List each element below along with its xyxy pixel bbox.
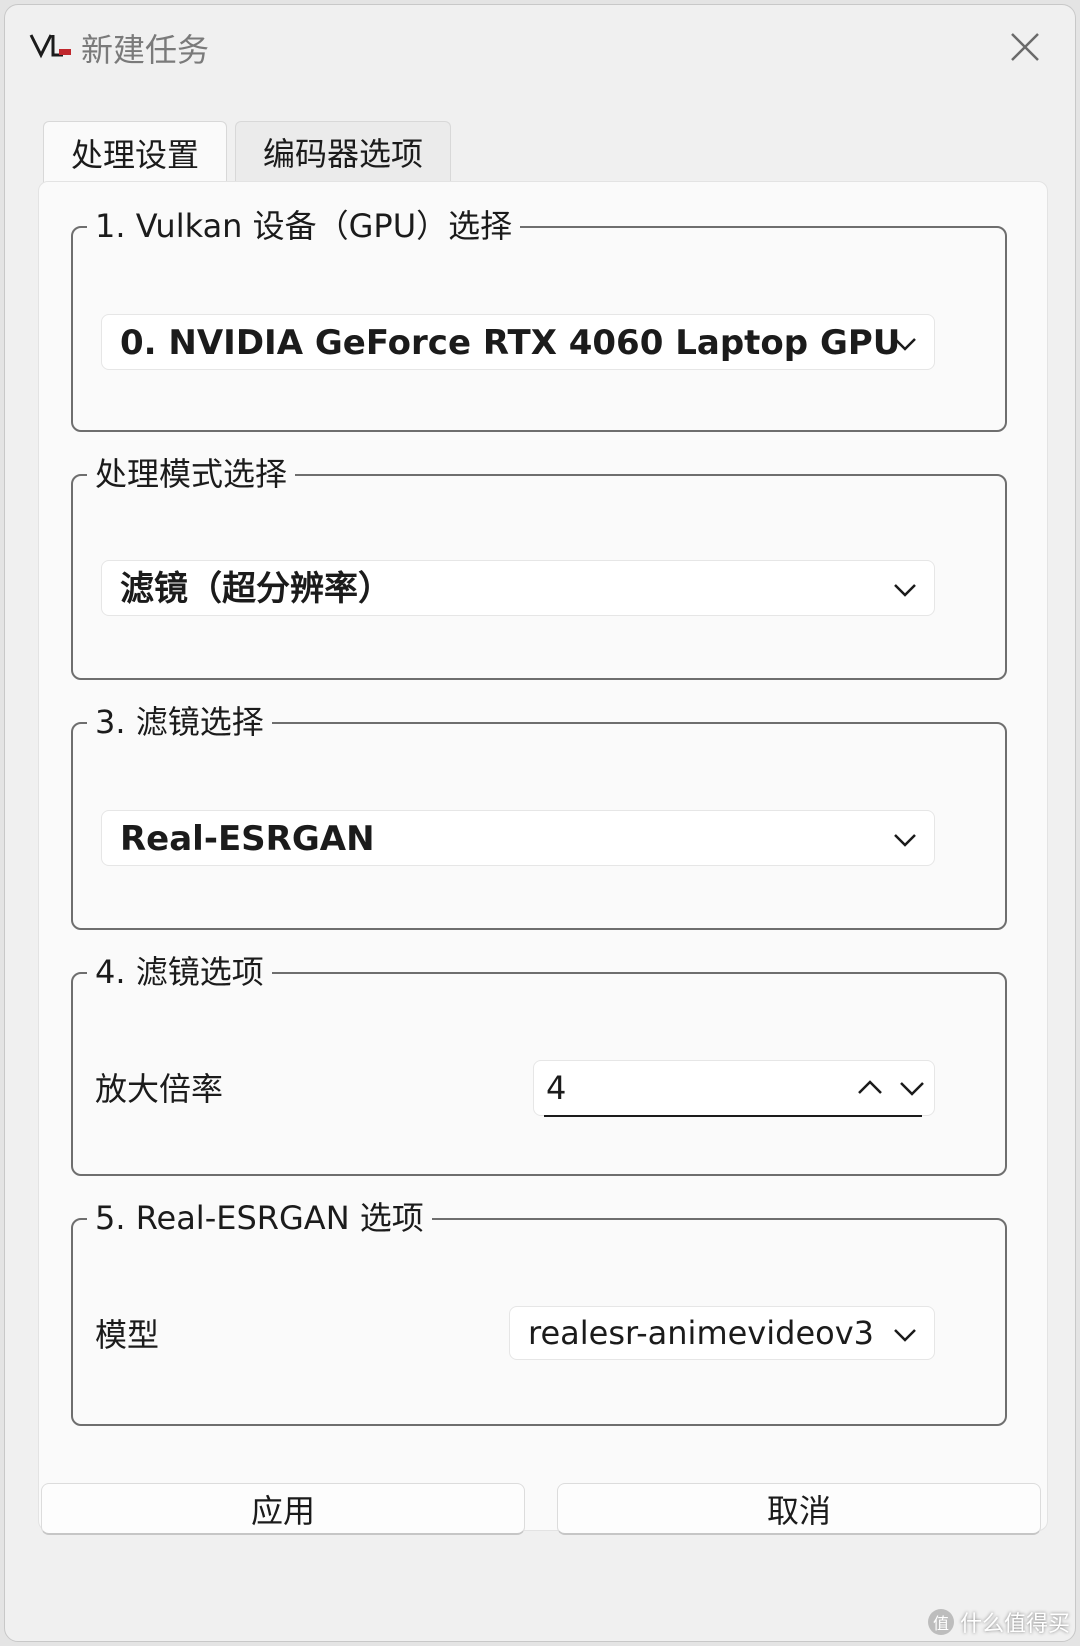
apply-button[interactable]: 应用 — [41, 1483, 525, 1535]
filter-select[interactable]: Real-ESRGAN — [101, 810, 935, 866]
tab-processing-settings[interactable]: 处理设置 — [43, 121, 227, 183]
watermark-badge-icon: 值 — [927, 1609, 954, 1635]
chevron-down-icon — [894, 1329, 916, 1342]
gpu-select[interactable]: 0. NVIDIA GeForce RTX 4060 Laptop GPU — [101, 314, 935, 370]
model-select-value: realesr-animevideov3 — [528, 1314, 874, 1352]
app-logo-icon — [29, 31, 73, 61]
settings-panel: 1. Vulkan 设备（GPU）选择 0. NVIDIA GeForce RT… — [38, 181, 1048, 1531]
model-label: 模型 — [95, 1316, 160, 1354]
scale-label: 放大倍率 — [95, 1070, 224, 1108]
filter-options-group: 4. 滤镜选项 放大倍率 4 — [71, 948, 1007, 1176]
watermark-text: 什么值得买 — [959, 1612, 1070, 1637]
filter-group-legend: 3. 滤镜选择 — [87, 698, 272, 746]
scale-spinbox[interactable]: 4 — [533, 1060, 935, 1117]
scale-value: 4 — [546, 1069, 567, 1107]
title-bar: 新建任务 — [5, 5, 1075, 85]
gpu-group: 1. Vulkan 设备（GPU）选择 0. NVIDIA GeForce RT… — [71, 202, 1007, 432]
filter-group: 3. 滤镜选择 Real-ESRGAN — [71, 698, 1007, 930]
chevron-down-icon[interactable] — [898, 1075, 926, 1101]
gpu-group-legend: 1. Vulkan 设备（GPU）选择 — [87, 202, 521, 250]
chevron-down-icon — [894, 338, 916, 351]
filter-options-legend: 4. 滤镜选项 — [87, 948, 272, 996]
mode-select-value: 滤镜（超分辨率） — [120, 569, 392, 609]
close-icon — [1011, 33, 1039, 61]
filter-select-value: Real-ESRGAN — [120, 819, 375, 859]
tab-encoder-options[interactable]: 编码器选项 — [235, 121, 451, 181]
window-title: 新建任务 — [81, 31, 210, 69]
input-underline — [544, 1115, 922, 1117]
chevron-down-icon — [894, 834, 916, 847]
esrgan-options-group: 5. Real-ESRGAN 选项 模型 realesr-animevideov… — [71, 1194, 1007, 1426]
cancel-button[interactable]: 取消 — [557, 1483, 1041, 1535]
chevron-up-icon[interactable] — [856, 1075, 884, 1101]
new-task-dialog: 新建任务 处理设置 编码器选项 1. Vulkan 设备（GPU）选择 0. N… — [4, 4, 1076, 1642]
close-button[interactable] — [1005, 27, 1045, 67]
mode-group-legend: 处理模式选择 — [87, 450, 296, 498]
model-select[interactable]: realesr-animevideov3 — [509, 1306, 935, 1360]
chevron-down-icon — [894, 584, 916, 597]
esrgan-options-legend: 5. Real-ESRGAN 选项 — [87, 1194, 432, 1242]
mode-select[interactable]: 滤镜（超分辨率） — [101, 560, 935, 616]
site-watermark: 值 什么值得买 — [927, 1606, 1070, 1638]
gpu-select-value: 0. NVIDIA GeForce RTX 4060 Laptop GPU — [120, 323, 901, 363]
mode-group: 处理模式选择 滤镜（超分辨率） — [71, 450, 1007, 680]
